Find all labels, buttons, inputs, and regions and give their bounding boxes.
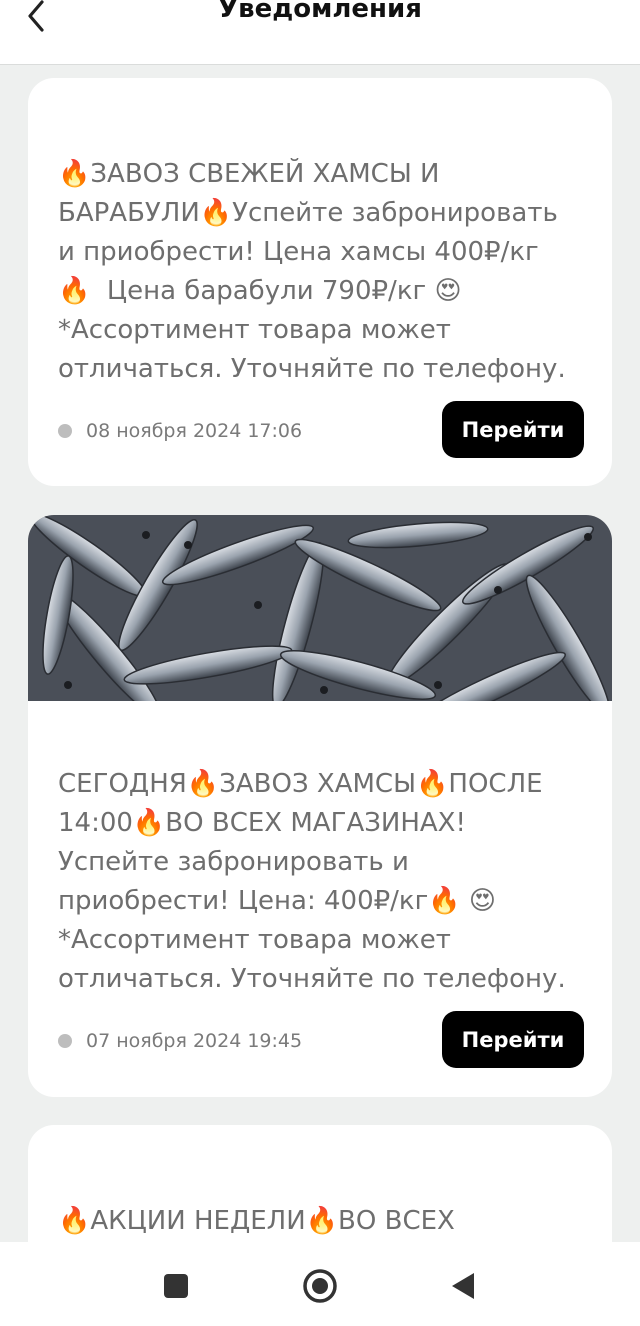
notification-meta: 08 ноября 2024 17:06 <box>58 420 302 442</box>
open-notification-button[interactable]: Перейти <box>442 401 584 458</box>
anchovies-image <box>28 515 612 701</box>
home-icon <box>303 1269 337 1303</box>
date-dot-icon <box>58 424 72 438</box>
recent-apps-button[interactable] <box>156 1266 196 1306</box>
notification-date: 07 ноября 2024 19:45 <box>86 1030 303 1052</box>
notification-text: 🔥ЗАВОЗ СВЕЖЕЙ ХАМСЫ И БАРАБУЛИ🔥Успейте з… <box>58 159 566 384</box>
notification-card: СЕГОДНЯ🔥ЗАВОЗ ХАМСЫ🔥ПОСЛЕ 14:00🔥ВО ВСЕХ … <box>28 515 612 1097</box>
date-dot-icon <box>58 1034 72 1048</box>
back-triangle-icon <box>452 1273 474 1299</box>
page-title: Уведомления <box>218 0 422 24</box>
notification-meta: 07 ноября 2024 19:45 <box>58 1030 302 1052</box>
recent-apps-icon <box>164 1274 188 1298</box>
open-notification-button[interactable]: Перейти <box>442 1011 584 1068</box>
top-bar: Уведомления <box>0 0 640 65</box>
home-button[interactable] <box>300 1266 340 1306</box>
notification-card: 🔥ЗАВОЗ СВЕЖЕЙ ХАМСЫ И БАРАБУЛИ🔥Успейте з… <box>28 78 612 486</box>
notification-text: 🔥АКЦИИ НЕДЕЛИ🔥ВО ВСЕХ <box>58 1206 455 1236</box>
system-nav-bar <box>0 1242 640 1326</box>
notification-date: 08 ноября 2024 17:06 <box>86 420 303 442</box>
notification-text: СЕГОДНЯ🔥ЗАВОЗ ХАМСЫ🔥ПОСЛЕ 14:00🔥ВО ВСЕХ … <box>58 769 566 994</box>
back-nav-button[interactable] <box>444 1266 484 1306</box>
